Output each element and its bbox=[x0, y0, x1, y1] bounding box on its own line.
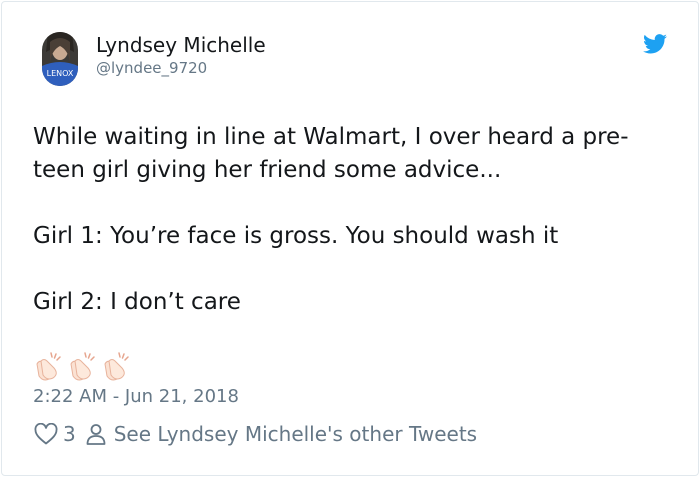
avatar-shirt-logo: LENOX bbox=[47, 69, 74, 78]
person-icon bbox=[86, 424, 106, 445]
tweet-line: Girl 2: I don’t care bbox=[33, 289, 241, 315]
tweet-line: Girl 1: You’re face is gross. You should… bbox=[33, 223, 559, 249]
like-count: 3 bbox=[63, 422, 76, 446]
tweet-line: While waiting in line at Walmart, I over… bbox=[33, 124, 629, 150]
clapping-hands-icon bbox=[36, 352, 61, 381]
profile-link[interactable]: See Lyndsey Michelle's other Tweets bbox=[86, 422, 477, 446]
tweet-line: teen girl giving her friend some advice.… bbox=[33, 157, 502, 183]
tweet-text: While waiting in line at Walmart, I over… bbox=[33, 121, 673, 319]
avatar[interactable]: LENOX bbox=[42, 32, 78, 86]
heart-icon bbox=[34, 423, 58, 445]
clapping-hands-icon bbox=[70, 352, 95, 381]
profile-link-label: See Lyndsey Michelle's other Tweets bbox=[113, 422, 478, 446]
tweet-timestamp[interactable]: 2:22 AM - Jun 21, 2018 bbox=[33, 386, 239, 407]
like-button[interactable]: 3 bbox=[34, 422, 86, 446]
display-name[interactable]: Lyndsey Michelle bbox=[96, 33, 266, 57]
twitter-bird-icon[interactable] bbox=[643, 34, 667, 54]
user-handle[interactable]: @lyndee_9720 bbox=[96, 59, 207, 77]
clapping-hands-icon bbox=[104, 352, 129, 381]
tweet-actions: 3 See Lyndsey Michelle's other Tweets bbox=[34, 421, 477, 447]
emoji-row bbox=[33, 350, 133, 384]
